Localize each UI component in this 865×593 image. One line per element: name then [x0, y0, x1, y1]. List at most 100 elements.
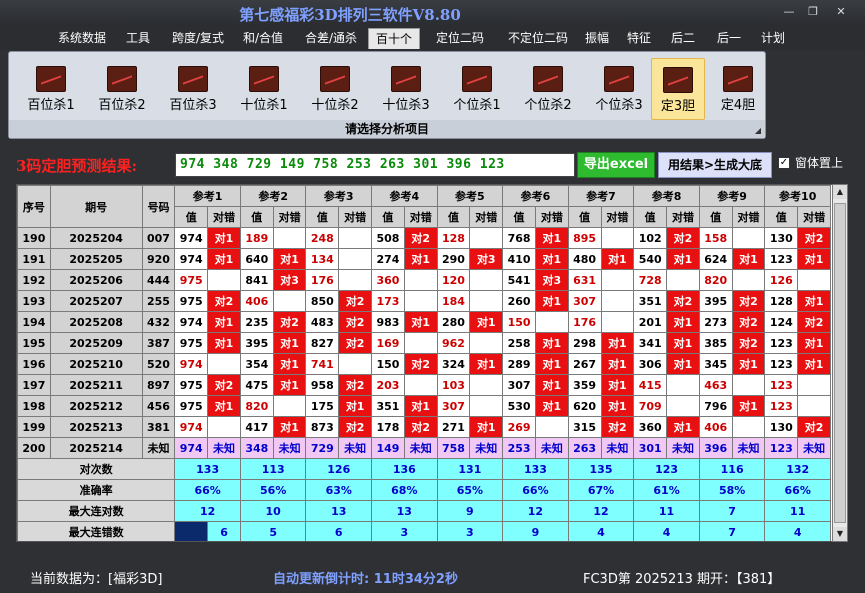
stats-value: 126: [305, 458, 373, 480]
menu-6[interactable]: 定位二码: [428, 28, 492, 49]
tool-button-10[interactable]: 定4胆: [711, 58, 765, 120]
value-cell: 359: [567, 374, 602, 396]
stats-value: 56%: [239, 479, 307, 501]
generate-base-button[interactable]: 用结果>生成大底: [658, 152, 772, 178]
menu-7[interactable]: 不定位二码: [499, 28, 577, 49]
close-button[interactable]: ✕: [830, 5, 852, 19]
table-row[interactable]: 199 2025213 381 974 417 对1 873 对2 178 对2 271 对1 269 3…: [17, 416, 831, 438]
table-row-pending[interactable]: 200 2025214 未知 974 未知 348 未知 729 未知 149 未知 758 未知 253…: [17, 437, 831, 459]
hit-cell: 对1: [469, 416, 504, 438]
tool-button-6[interactable]: 个位杀1: [445, 58, 509, 120]
sub-header: 对错: [534, 206, 569, 228]
value-cell: [403, 332, 438, 354]
number-cell: 432: [141, 311, 176, 333]
scroll-up-icon[interactable]: ▲: [833, 185, 847, 199]
hit-cell: 对1: [666, 311, 700, 333]
menu-12[interactable]: 计划: [754, 28, 792, 49]
tool-button-9[interactable]: 定3胆: [651, 58, 705, 120]
table-row[interactable]: 191 2025205 920 974 对1 640 对1 134 274 对1 290 对3 410 对…: [17, 248, 831, 270]
value-cell: 820: [698, 269, 733, 291]
table-row[interactable]: 194 2025208 432 974 对1 235 对2 483 对2 983 对1 280 对1 15…: [17, 311, 831, 333]
value-cell: 475: [239, 374, 274, 396]
value-cell: 184: [436, 290, 471, 312]
stats-value: 135: [567, 458, 635, 480]
value-cell: 483: [305, 311, 340, 333]
scroll-down-icon[interactable]: ▼: [833, 527, 847, 541]
tool-button-3[interactable]: 十位杀1: [232, 58, 296, 120]
stats-value: 67%: [567, 479, 635, 501]
ontop-checkbox[interactable]: ✓: [778, 157, 790, 169]
tool-button-4[interactable]: 十位杀2: [303, 58, 367, 120]
value-cell: 123: [764, 353, 799, 375]
pending-cell: 729: [305, 437, 340, 459]
menu-11[interactable]: 后一: [710, 28, 748, 49]
scroll-thumb[interactable]: [834, 203, 846, 523]
tool-button-8[interactable]: 个位杀3: [587, 58, 651, 120]
table-row[interactable]: 196 2025210 520 974 354 对1 741 150 对2 324 对1 289 对1 2…: [17, 353, 831, 375]
menu-10[interactable]: 后二: [664, 28, 702, 49]
hit-cell: 对1: [534, 395, 569, 417]
value-cell: 351: [633, 290, 668, 312]
hit-cell: 对1: [600, 374, 635, 396]
table-row[interactable]: 190 2025204 007 974 对1 189 248 508 对2 128 768 对1 895…: [17, 227, 831, 249]
tool-button-1[interactable]: 百位杀2: [90, 58, 154, 120]
hit-cell: 对1: [600, 332, 635, 354]
minimize-button[interactable]: —: [778, 5, 800, 19]
chart-icon: [604, 66, 634, 92]
selected-cell[interactable]: [174, 521, 209, 541]
tool-button-5[interactable]: 十位杀3: [374, 58, 438, 120]
result-field[interactable]: 974 348 729 149 758 253 263 301 396 123: [175, 153, 575, 177]
sub-header: 对错: [731, 206, 766, 228]
menu-9[interactable]: 特征: [620, 28, 658, 49]
value-cell: 541: [502, 269, 536, 291]
table-row[interactable]: 195 2025209 387 975 对1 395 对1 827 对2 169 962 258 对1 2…: [17, 332, 831, 354]
table-row[interactable]: 193 2025207 255 975 对2 406 850 对2 173 184 260 对1 307…: [17, 290, 831, 312]
hit-cell: 对1: [207, 332, 241, 354]
value-cell: 128: [764, 290, 799, 312]
tool-button-0[interactable]: 百位杀1: [19, 58, 83, 120]
value-cell: 395: [239, 332, 274, 354]
tool-label: 百位杀1: [27, 98, 75, 113]
value-cell: 102: [633, 227, 668, 249]
stats-value: 113: [239, 458, 307, 480]
menu-4[interactable]: 合差/通杀: [299, 28, 363, 49]
vertical-scrollbar[interactable]: ▲ ▼: [832, 184, 848, 542]
pending-cell: 未知: [666, 437, 700, 459]
menu-8[interactable]: 振幅: [578, 28, 616, 49]
menu-2[interactable]: 跨度/复式: [164, 28, 232, 49]
stats-value: 123: [633, 458, 700, 480]
value-cell: [469, 227, 504, 249]
pending-cell: 396: [698, 437, 733, 459]
period-cell: 2025212: [49, 395, 143, 417]
value-cell: 158: [698, 227, 733, 249]
table-row[interactable]: 198 2025212 456 975 对1 820 175 对1 351 对1 307 530 对1 6…: [17, 395, 831, 417]
stats-row: 最大连对数 12 10 13 13 9 12 12 11 7 11: [17, 500, 831, 522]
stats-value: 7: [698, 521, 766, 541]
stats-value: 12: [502, 500, 569, 522]
restore-button[interactable]: ❐: [802, 5, 824, 19]
export-excel-button[interactable]: 导出excel: [577, 152, 655, 178]
tool-button-2[interactable]: 百位杀3: [161, 58, 225, 120]
value-cell: 134: [305, 248, 340, 270]
last-draw-label: FC3D第 2025213 期开：【381】: [583, 572, 781, 587]
value-cell: [731, 227, 766, 249]
table-row[interactable]: 197 2025211 897 975 对2 475 对1 958 对2 203 103 307 对1 3…: [17, 374, 831, 396]
pending-cell: 未知: [272, 437, 307, 459]
group-header: 参考8: [633, 185, 700, 207]
sub-header: 值: [305, 206, 340, 228]
number-cell: 920: [141, 248, 176, 270]
chart-icon: [533, 66, 563, 92]
expand-corner-icon[interactable]: ◢: [755, 126, 761, 135]
value-cell: 280: [436, 311, 471, 333]
value-cell: 150: [502, 311, 536, 333]
menu-0[interactable]: 系统数据: [52, 28, 112, 49]
menu-1[interactable]: 工具: [119, 28, 157, 49]
group-header: 参考7: [567, 185, 635, 207]
menu-3[interactable]: 和/合值: [236, 28, 290, 49]
menu-5[interactable]: 百十个: [368, 28, 420, 49]
table-row[interactable]: 192 2025206 444 975 841 对3 176 360 120 541 对3 631 72…: [17, 269, 831, 291]
tool-button-7[interactable]: 个位杀2: [516, 58, 580, 120]
value-cell: [666, 269, 700, 291]
hit-cell: 对1: [469, 311, 504, 333]
value-cell: [600, 269, 635, 291]
